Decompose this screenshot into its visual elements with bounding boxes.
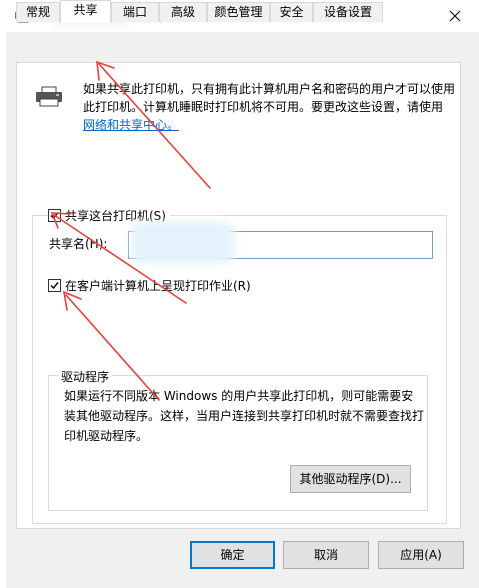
render-jobs-label: 在客户端计算机上呈现打印作业(R) bbox=[65, 278, 251, 293]
ok-button[interactable]: 确定 bbox=[190, 541, 275, 569]
tab-security[interactable]: 安全 bbox=[270, 2, 313, 22]
render-jobs-checkbox-row[interactable]: 在客户端计算机上呈现打印作业(R) bbox=[48, 277, 251, 293]
tab-general[interactable]: 常规 bbox=[16, 2, 60, 22]
close-icon bbox=[449, 10, 461, 22]
sharing-description: 如果共享此打印机，只有拥有此计算机用户名和密码的用户才可以使用此打印机。计算机睡… bbox=[83, 82, 456, 132]
window-edge bbox=[0, 32, 6, 588]
tab-device-settings[interactable]: 设备设置 bbox=[313, 2, 383, 22]
share-printer-checkbox[interactable] bbox=[48, 208, 61, 222]
share-printer-label: 共享这台打印机(S) bbox=[65, 208, 166, 223]
network-sharing-center-link[interactable]: 网络和共享中心。 bbox=[83, 118, 179, 132]
cancel-button[interactable]: 取消 bbox=[283, 541, 369, 569]
additional-drivers-button[interactable]: 其他驱动程序(D)... bbox=[290, 465, 411, 493]
drivers-group-title: 驱动程序 bbox=[58, 368, 113, 385]
share-printer-checkbox-row[interactable]: 共享这台打印机(S) bbox=[48, 207, 170, 223]
close-button[interactable] bbox=[432, 0, 479, 32]
drivers-description: 如果运行不同版本 Windows 的用户共享此打印机，则可能需要安装其他驱动程序… bbox=[64, 389, 425, 443]
share-name-label: 共享名(H): bbox=[49, 237, 108, 251]
tab-advanced[interactable]: 高级 bbox=[159, 2, 207, 22]
apply-button[interactable]: 应用(A) bbox=[378, 541, 464, 569]
checkmark-icon bbox=[50, 211, 59, 219]
checkmark-icon bbox=[50, 281, 59, 289]
redacted-area bbox=[131, 222, 235, 264]
tab-color-management[interactable]: 颜色管理 bbox=[207, 2, 270, 22]
render-jobs-checkbox[interactable] bbox=[48, 278, 61, 292]
tab-ports[interactable]: 端口 bbox=[111, 2, 159, 22]
tab-sharing[interactable]: 共享 bbox=[60, 0, 111, 23]
shared-printer-icon bbox=[36, 86, 62, 107]
